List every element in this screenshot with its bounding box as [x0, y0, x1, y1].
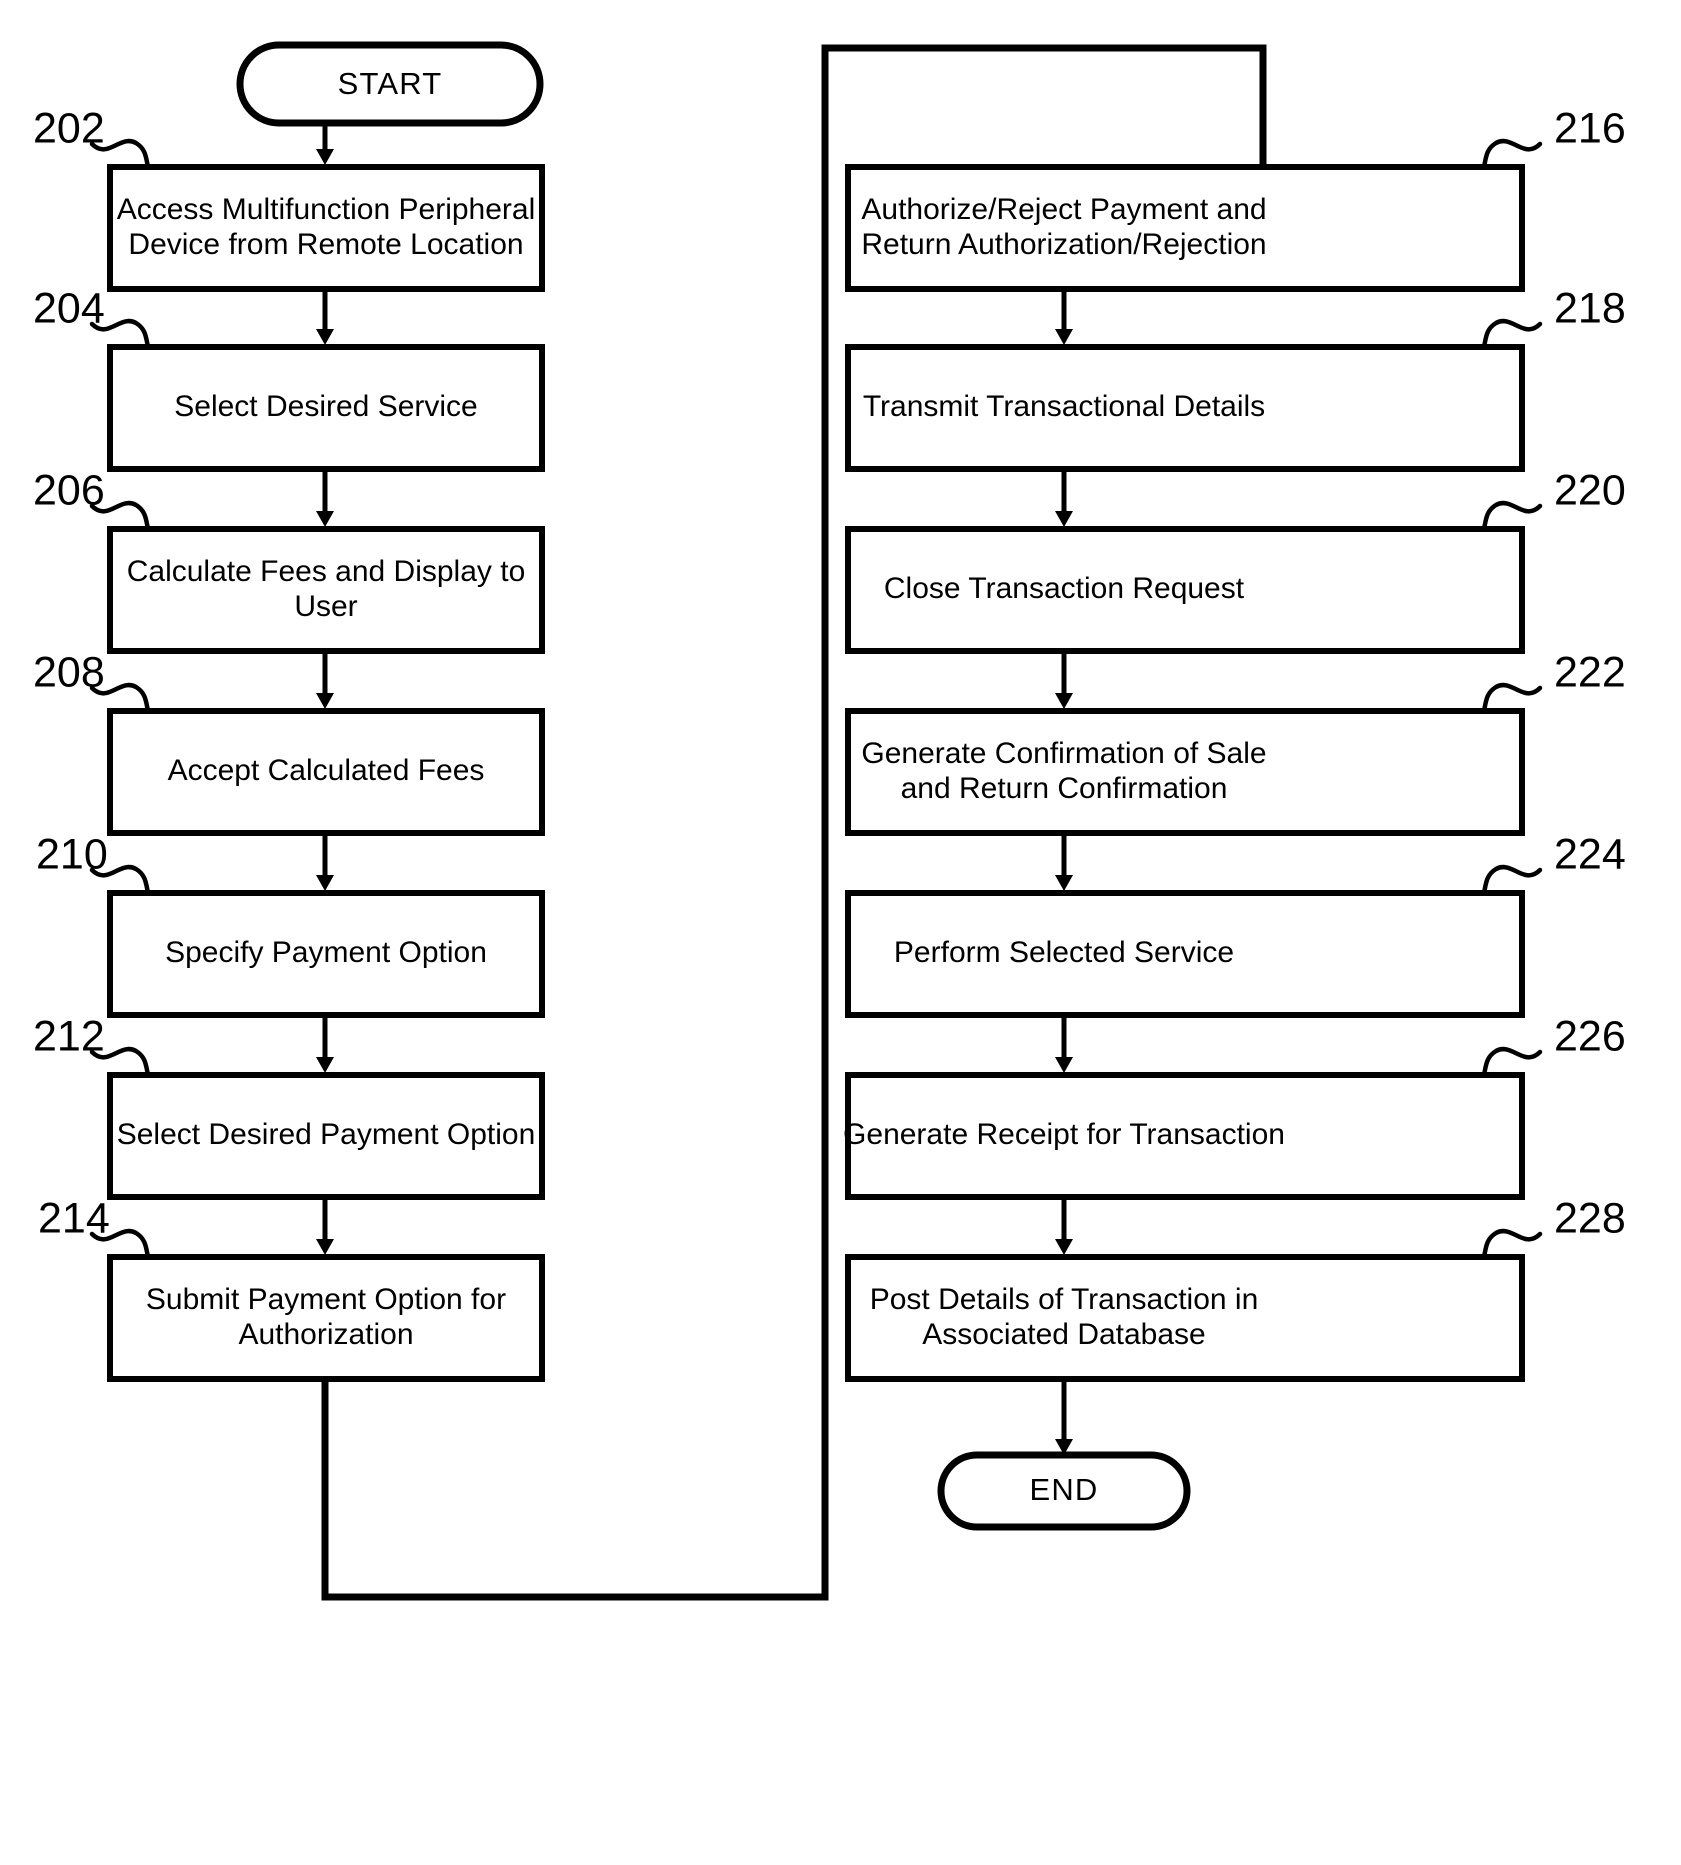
leader-line-216	[1481, 138, 1543, 170]
process-box-224-line-1: Perform Selected Service	[894, 936, 1234, 969]
flowchart-canvas: START Access Multifunction Peripheral De…	[0, 0, 1681, 1865]
process-box-208-line-1: Accept Calculated Fees	[168, 754, 485, 787]
reference-numeral-208: 208	[33, 648, 105, 696]
reference-numeral-210: 210	[36, 830, 108, 878]
reference-numeral-216: 216	[1554, 104, 1626, 152]
process-box-206-line-2: User	[294, 590, 357, 623]
reference-numeral-224: 224	[1554, 830, 1626, 878]
leader-line-226	[1481, 1046, 1543, 1078]
reference-numeral-222: 222	[1554, 648, 1626, 696]
process-box-216-line-2: Return Authorization/Rejection	[861, 228, 1266, 261]
process-box-222-line-2: and Return Confirmation	[901, 772, 1228, 805]
end-terminator-label: END	[1029, 1472, 1098, 1507]
reference-numeral-214: 214	[38, 1194, 110, 1242]
process-box-228-line-2: Associated Database	[922, 1318, 1206, 1351]
process-box-212-line-1: Select Desired Payment Option	[117, 1118, 536, 1151]
process-box-204-line-1: Select Desired Service	[174, 390, 477, 423]
process-box-206-line-1: Calculate Fees and Display to	[127, 555, 526, 588]
reference-numeral-228: 228	[1554, 1194, 1626, 1242]
process-box-214-line-1: Submit Payment Option for	[146, 1283, 506, 1316]
reference-numeral-218: 218	[1554, 284, 1626, 332]
process-box-222-line-1: Generate Confirmation of Sale	[861, 737, 1266, 770]
process-box-216-line-1: Authorize/Reject Payment and	[861, 193, 1266, 226]
process-box-228-line-1: Post Details of Transaction in	[870, 1283, 1259, 1316]
process-box-214-line-2: Authorization	[238, 1318, 413, 1351]
leader-line-222	[1481, 682, 1543, 714]
process-box-202-line-1: Access Multifunction Peripheral	[117, 193, 536, 226]
reference-numeral-206: 206	[33, 466, 105, 514]
process-box-210-line-1: Specify Payment Option	[165, 936, 487, 969]
process-box-202-line-2: Device from Remote Location	[128, 228, 523, 261]
process-box-218-line-1: Transmit Transactional Details	[863, 390, 1265, 423]
reference-numeral-204: 204	[33, 284, 105, 332]
start-terminator-label: START	[338, 66, 443, 101]
leader-line-218	[1481, 318, 1543, 350]
process-box-226-line-1: Generate Receipt for Transaction	[843, 1118, 1285, 1151]
leader-line-224	[1481, 864, 1543, 896]
flowchart-svg: START Access Multifunction Peripheral De…	[33, 41, 1626, 1601]
process-box-220-line-1: Close Transaction Request	[884, 572, 1245, 605]
leader-line-228	[1481, 1228, 1543, 1260]
reference-numeral-220: 220	[1554, 466, 1626, 514]
reference-numeral-226: 226	[1554, 1012, 1626, 1060]
leader-line-220	[1481, 500, 1543, 532]
reference-numeral-212: 212	[33, 1012, 105, 1060]
reference-numeral-202: 202	[33, 104, 105, 152]
